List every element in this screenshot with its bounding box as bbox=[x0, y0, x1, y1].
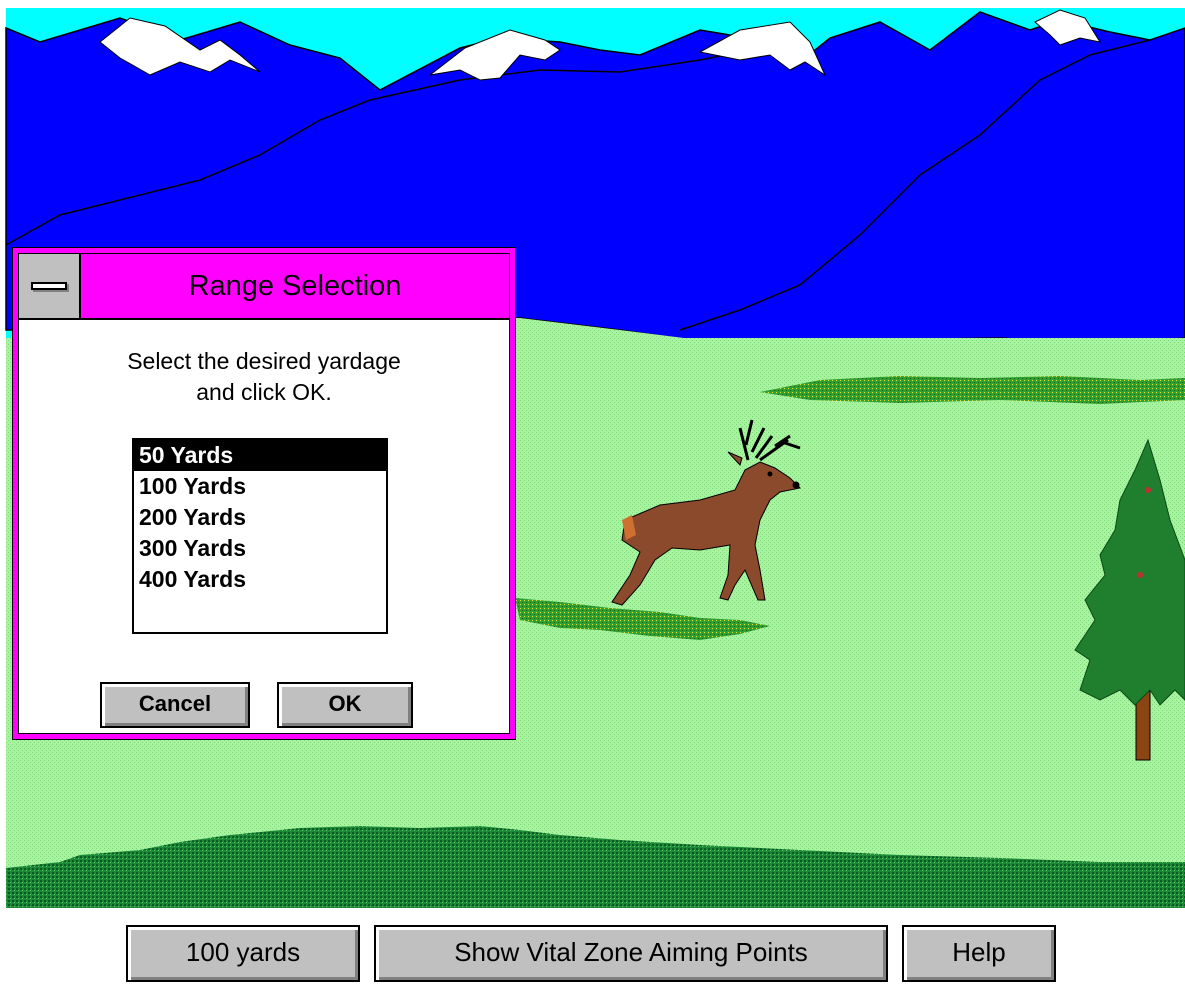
dialog-titlebar[interactable]: Range Selection bbox=[19, 254, 509, 320]
yardage-option-200[interactable]: 200 Yards bbox=[134, 502, 386, 533]
cancel-button[interactable]: Cancel bbox=[100, 682, 250, 728]
bush-far bbox=[760, 376, 1185, 404]
dialog-title: Range Selection bbox=[188, 270, 402, 302]
ok-button[interactable]: OK bbox=[277, 682, 413, 728]
dialog-body: Range Selection Select the desired yarda… bbox=[18, 253, 510, 734]
range-selection-dialog: Range Selection Select the desired yarda… bbox=[12, 247, 516, 740]
dialog-prompt: Select the desired yardage and click OK. bbox=[127, 348, 401, 405]
yardage-option-400[interactable]: 400 Yards bbox=[134, 564, 386, 595]
yardage-option-300[interactable]: 300 Yards bbox=[134, 533, 386, 564]
help-button[interactable]: Help bbox=[902, 925, 1056, 982]
yardage-listbox[interactable]: 50 Yards 100 Yards 200 Yards 300 Yards 4… bbox=[132, 438, 388, 634]
show-vital-zone-button[interactable]: Show Vital Zone Aiming Points bbox=[374, 925, 888, 982]
range-button[interactable]: 100 yards bbox=[126, 925, 360, 982]
system-menu-button[interactable] bbox=[19, 254, 81, 318]
system-menu-icon bbox=[31, 282, 67, 290]
yardage-option-50[interactable]: 50 Yards bbox=[134, 440, 386, 471]
yardage-option-100[interactable]: 100 Yards bbox=[134, 471, 386, 502]
